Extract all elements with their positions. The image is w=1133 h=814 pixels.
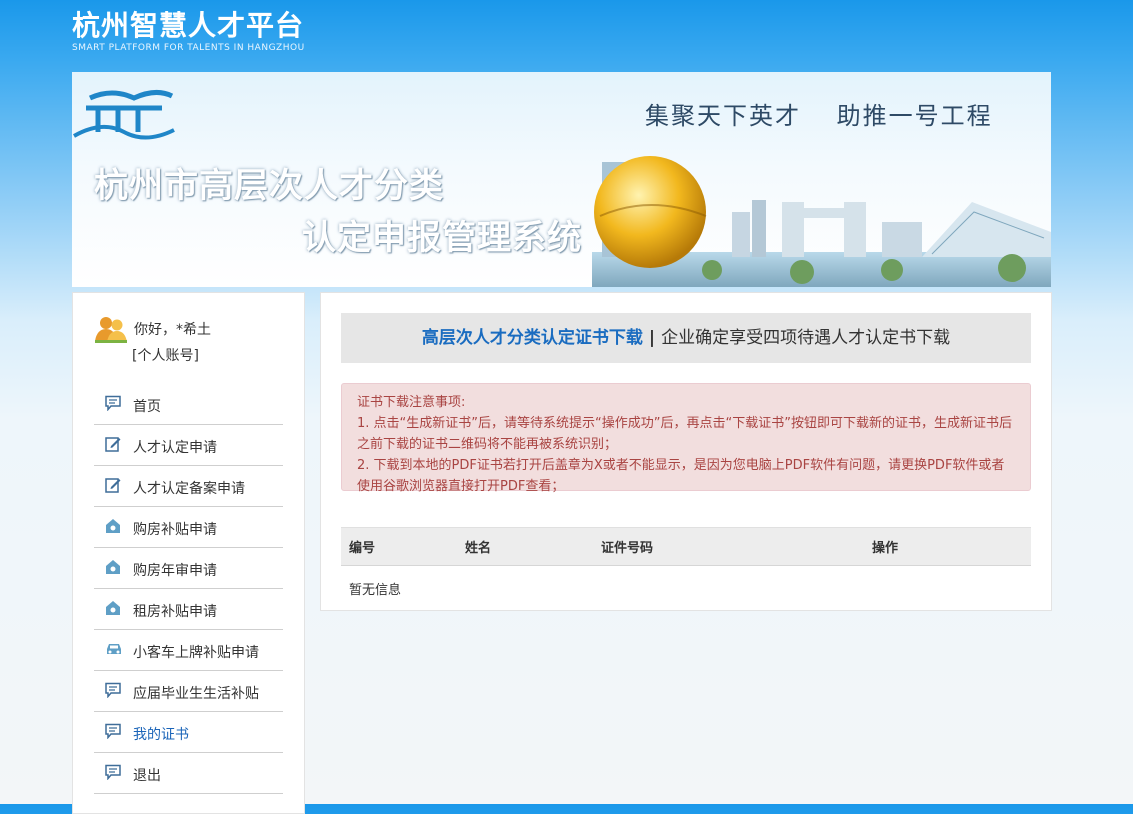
banner-title-line2: 认定申报管理系统 (302, 218, 582, 258)
sidebar-item-label: 人才认定申请 (133, 440, 217, 456)
car-icon (107, 644, 121, 654)
sidebar-item-talent-application[interactable]: 人才认定申请 (94, 425, 283, 466)
chat-icon (105, 723, 121, 739)
table-empty-text: 暂无信息 (349, 582, 402, 598)
sidebar-item-label: 我的证书 (133, 727, 189, 743)
notice-title: 证书下载注意事项: (357, 395, 466, 410)
sidebar-item-home[interactable]: 首页 (94, 384, 283, 425)
sidebar-item-label: 租房补贴申请 (133, 604, 217, 620)
sidebar-item-rent-subsidy[interactable]: 租房补贴申请 (94, 589, 283, 630)
banner: 集聚天下英才 助推一号工程 杭州市高层次人才分类 认定申报管理系统 (72, 72, 1051, 287)
sidebar-item-label: 退出 (133, 768, 161, 784)
edit-icon (105, 478, 121, 493)
logo-title: 杭州智慧人才平台 (72, 9, 305, 42)
sidebar-item-label: 首页 (133, 399, 161, 415)
table-row: 暂无信息 (341, 566, 1031, 611)
sidebar: 你好，*希土 [个人账号] 首页 人才认定申请 人才认定备案申请 购房补贴申请 … (72, 292, 305, 814)
chat-icon (105, 682, 121, 698)
sidebar-item-talent-filing[interactable]: 人才认定备案申请 (94, 466, 283, 507)
column-header-number: 编号 (341, 527, 457, 566)
banner-slogan: 集聚天下英才 助推一号工程 (645, 102, 993, 130)
house-icon (106, 601, 120, 615)
sidebar-item-housing-subsidy[interactable]: 购房补贴申请 (94, 507, 283, 548)
city-emblem-icon (73, 90, 175, 140)
column-header-id-number: 证件号码 (593, 527, 864, 566)
column-header-name: 姓名 (457, 527, 593, 566)
column-header-actions: 操作 (864, 527, 1031, 566)
tab-separator: | (648, 328, 656, 348)
tab-enterprise-certificate-download[interactable]: 企业确定享受四项待遇人才认定书下载 (661, 328, 950, 348)
notice-line-1: 1. 点击“生成新证书”后，请等待系统提示“操作成功”后，再点击“下载证书”按钮… (357, 416, 1012, 452)
edit-icon (105, 437, 121, 452)
logo-subtitle: SMART PLATFORM FOR TALENTS IN HANGZHOU (72, 43, 305, 53)
user-greeting: 你好，*希土 (134, 322, 211, 338)
sidebar-item-label: 人才认定备案申请 (133, 481, 245, 497)
house-icon (106, 519, 120, 533)
chat-icon (105, 764, 121, 780)
banner-title-line1: 杭州市高层次人才分类 (94, 166, 444, 206)
city-skyline-image (592, 156, 1051, 287)
notice-box: 证书下载注意事项: 1. 点击“生成新证书”后，请等待系统提示“操作成功”后，再… (341, 383, 1031, 494)
sidebar-item-label: 小客车上牌补贴申请 (133, 645, 259, 661)
sidebar-menu: 首页 人才认定申请 人才认定备案申请 购房补贴申请 购房年审申请 租房补贴申请 … (94, 384, 283, 794)
sidebar-item-graduate-subsidy[interactable]: 应届毕业生生活补贴 (94, 671, 283, 712)
sidebar-item-label: 购房年审申请 (133, 563, 217, 579)
tab-certificate-download[interactable]: 高层次人才分类认定证书下载 (422, 328, 643, 348)
house-icon (106, 560, 120, 574)
sidebar-item-housing-annual-review[interactable]: 购房年审申请 (94, 548, 283, 589)
site-logo[interactable]: 杭州智慧人才平台 SMART PLATFORM FOR TALENTS IN H… (72, 9, 305, 54)
notice-line-2: 2. 下载到本地的PDF证书若打开后盖章为X或者不能显示，是因为您电脑上PDF软… (357, 458, 1005, 494)
sidebar-item-label: 应届毕业生生活补贴 (133, 686, 259, 702)
sidebar-item-my-certificates[interactable]: 我的证书 (94, 712, 283, 753)
user-account-type: [个人账号] (132, 348, 199, 364)
chat-icon (105, 395, 121, 411)
main-panel: 高层次人才分类认定证书下载 | 企业确定享受四项待遇人才认定书下载 证书下载注意事项… (320, 292, 1052, 611)
sidebar-item-car-plate-subsidy[interactable]: 小客车上牌补贴申请 (94, 630, 283, 671)
tab-bar: 高层次人才分类认定证书下载 | 企业确定享受四项待遇人才认定书下载 (341, 313, 1031, 363)
users-avatar-icon (95, 317, 127, 343)
table-header-row: 编号 姓名 证件号码 操作 (341, 527, 1031, 566)
certificate-table: 编号 姓名 证件号码 操作 暂无信息 (341, 527, 1031, 610)
sidebar-item-label: 购房补贴申请 (133, 522, 217, 538)
sidebar-item-logout[interactable]: 退出 (94, 753, 283, 794)
